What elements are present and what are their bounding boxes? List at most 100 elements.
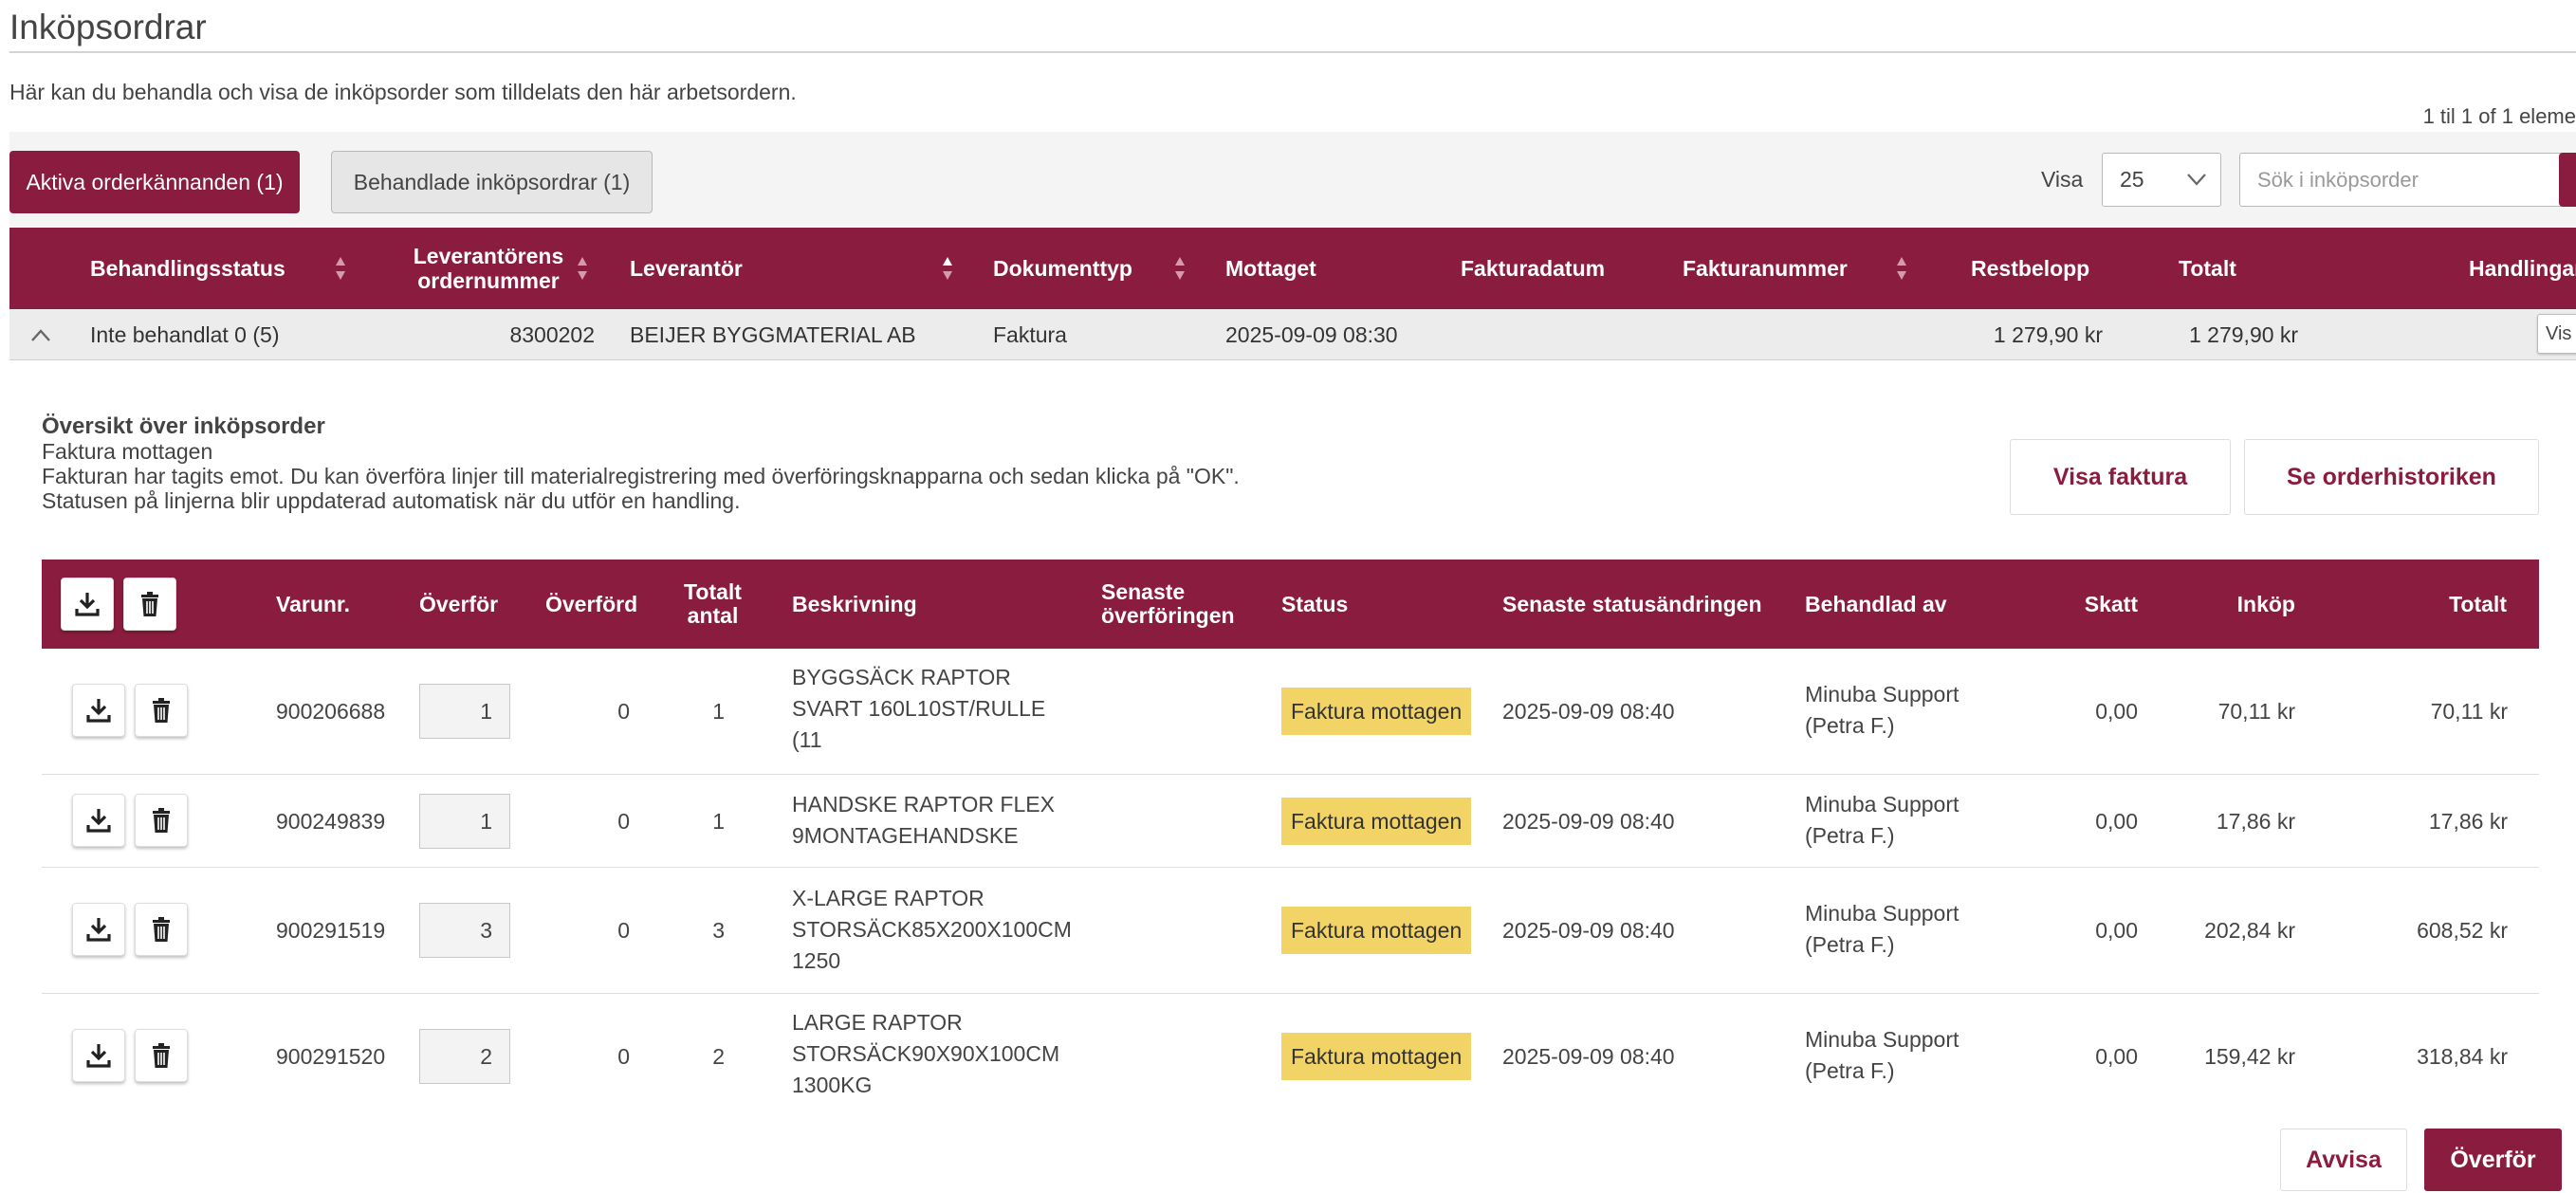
line-total: 608,52 kr	[2417, 918, 2508, 943]
col-latest-transfer[interactable]: Senaste överföringen	[1101, 560, 1235, 649]
sort-icon[interactable]	[941, 254, 954, 283]
col-purchase[interactable]: Inköp	[2233, 560, 2295, 649]
purchase-price: 70,11 kr	[2217, 699, 2295, 724]
delete-all-button[interactable]	[123, 578, 176, 631]
table-row: 900206688 1 0 1 BYGGSÄCK RAPTOR SVART 16…	[42, 649, 2539, 775]
handled-by-name: Minuba Support	[1805, 901, 1960, 926]
item-no: 900291520	[276, 1044, 386, 1069]
col-latest-status-change[interactable]: Senaste statusändringen	[1502, 560, 1762, 649]
download-icon	[86, 809, 111, 833]
col-description[interactable]: Beskrivning	[792, 560, 917, 649]
col-tax[interactable]: Skatt	[2076, 560, 2138, 649]
view-button[interactable]: Vis	[2537, 314, 2576, 354]
status-change-date: 2025-09-09 08:40	[1502, 918, 1675, 943]
delete-row-button[interactable]	[135, 903, 188, 956]
col-invoice-number[interactable]: Fakturanummer	[1683, 228, 1848, 309]
download-icon	[86, 1044, 111, 1068]
description-line: STORSÄCK90X90X100CM	[792, 1041, 1060, 1066]
transfer-row-button[interactable]	[72, 684, 125, 737]
purchase-price: 17,86 kr	[2216, 808, 2295, 834]
search-input[interactable]: Sök i inköpsorder	[2239, 153, 2564, 207]
tab-processed-orders[interactable]: Behandlade inköpsordrar (1)	[331, 151, 653, 213]
sort-icon[interactable]	[576, 254, 589, 283]
col-remaining[interactable]: Restbelopp	[1971, 228, 2089, 309]
transfer-button[interactable]: Överför	[2424, 1129, 2562, 1191]
tax: 0,00	[2095, 918, 2138, 943]
col-supplier-order[interactable]: Leverantörens ordernummer	[408, 228, 569, 309]
handled-by: Minuba Support (Petra F.)	[1805, 1024, 1959, 1087]
transferred-qty: 0	[617, 808, 630, 834]
page-size-select[interactable]: 25	[2102, 153, 2221, 207]
title-divider	[9, 51, 2576, 53]
delete-row-button[interactable]	[135, 1029, 188, 1082]
total-qty: 2	[712, 1044, 725, 1069]
total-qty: 1	[712, 699, 725, 724]
transfer-qty-input[interactable]: 1	[419, 794, 510, 849]
col-handled-by[interactable]: Behandlad av	[1805, 560, 1947, 649]
description-line: SVART 160L10ST/RULLE	[792, 696, 1046, 721]
col-latest-transfer-line1: Senaste	[1101, 579, 1186, 604]
col-total-qty[interactable]: Totalt antal	[677, 560, 748, 649]
trash-icon	[153, 1043, 170, 1068]
col-total[interactable]: Totalt	[2179, 228, 2236, 309]
transfer-row-button[interactable]	[72, 903, 125, 956]
transfer-qty-input[interactable]: 1	[419, 684, 510, 739]
order-history-button[interactable]: Se orderhistoriken	[2244, 439, 2539, 515]
col-supplier-order-line1: Leverantörens	[413, 244, 564, 268]
sort-icon[interactable]	[334, 254, 347, 283]
col-transferred[interactable]: Överförd	[545, 560, 637, 649]
handled-by-user: (Petra F.)	[1805, 823, 1895, 848]
page-size-value: 25	[2120, 167, 2144, 192]
handled-by-name: Minuba Support	[1805, 682, 1960, 707]
transfer-all-button[interactable]	[61, 578, 114, 631]
line-total: 17,86 kr	[2428, 808, 2508, 834]
transfer-qty-input[interactable]: 2	[419, 1029, 510, 1084]
col-transfer[interactable]: Överför	[419, 560, 498, 649]
view-invoice-button[interactable]: Visa faktura	[2010, 439, 2231, 515]
chevron-up-icon[interactable]	[28, 323, 53, 348]
col-line-total[interactable]: Totalt	[2413, 560, 2507, 649]
download-icon	[86, 918, 111, 942]
col-status[interactable]: Status	[1281, 560, 1348, 649]
handled-by-user: (Petra F.)	[1805, 713, 1895, 738]
order-received: 2025-09-09 08:30	[1225, 321, 1398, 347]
item-no: 900291519	[276, 918, 386, 943]
item-no: 900206688	[276, 699, 386, 724]
table-row: 900249839 1 0 1 HANDSKE RAPTOR FLEX 9MON…	[42, 775, 2539, 868]
sort-icon[interactable]	[1173, 254, 1187, 283]
trash-icon	[153, 698, 170, 723]
overview-title: Översikt över inköpsorder	[42, 413, 325, 439]
transfer-row-button[interactable]	[72, 1029, 125, 1082]
col-doctype[interactable]: Dokumenttyp	[993, 228, 1132, 309]
tab-active-orders[interactable]: Aktiva orderkännanden (1)	[9, 151, 300, 213]
search-button[interactable]	[2559, 153, 2576, 207]
col-invoice-date[interactable]: Fakturadatum	[1461, 228, 1605, 309]
handled-by-user: (Petra F.)	[1805, 1058, 1895, 1083]
page-title: Inköpsordrar	[9, 8, 207, 46]
sort-icon[interactable]	[1895, 254, 1908, 283]
transferred-qty: 0	[617, 699, 630, 724]
description-line: LARGE RAPTOR	[792, 1010, 963, 1035]
col-total-qty-line2: antal	[687, 603, 739, 628]
col-item-no[interactable]: Varunr.	[276, 560, 350, 649]
status-change-date: 2025-09-09 08:40	[1502, 808, 1675, 834]
col-status[interactable]: Behandlingsstatus	[90, 228, 285, 309]
col-received[interactable]: Mottaget	[1225, 228, 1316, 309]
line-total: 318,84 kr	[2417, 1044, 2508, 1069]
reject-button[interactable]: Avvisa	[2280, 1129, 2407, 1191]
order-row[interactable]: Inte behandlat 0 (5) 8300202 BEIJER BYGG…	[9, 309, 2576, 360]
description-line: HANDSKE RAPTOR FLEX	[792, 792, 1055, 817]
transfer-row-button[interactable]	[72, 794, 125, 847]
handled-by-user: (Petra F.)	[1805, 932, 1895, 957]
delete-row-button[interactable]	[135, 794, 188, 847]
col-latest-transfer-line2: överföringen	[1101, 603, 1235, 628]
description-line: 1250	[792, 948, 841, 973]
total-qty: 1	[712, 808, 725, 834]
description-line: 9MONTAGEHANDSKE	[792, 823, 1019, 848]
overview-status: Faktura mottagen	[42, 439, 213, 464]
download-icon	[86, 699, 111, 723]
trash-icon	[141, 592, 158, 616]
col-supplier[interactable]: Leverantör	[630, 228, 743, 309]
transfer-qty-input[interactable]: 3	[419, 903, 510, 958]
delete-row-button[interactable]	[135, 684, 188, 737]
